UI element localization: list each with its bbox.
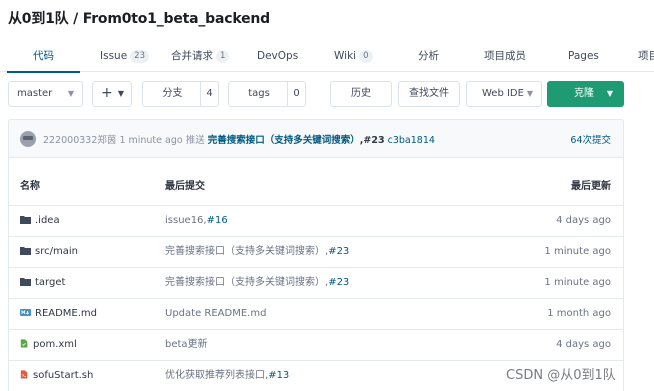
file-name-link[interactable]: pom.xml <box>20 330 77 360</box>
chevron-down-icon: ▼ <box>67 89 74 98</box>
row-commit-message[interactable]: 完善搜索接口（支持多关键词搜索）,#23 <box>165 237 349 267</box>
tab-issue[interactable]: Issue 23 <box>100 40 149 72</box>
file-name-link[interactable]: sofuStart.sh <box>20 361 93 391</box>
row-commit-message[interactable]: Update README.md <box>165 299 266 329</box>
branches-button[interactable]: 分支 4 <box>142 81 219 107</box>
csdn-watermark: CSDN @从0到1队 <box>506 368 616 383</box>
wiki-count-badge: 0 <box>359 50 373 63</box>
table-row[interactable]: pom.xml beta更新 4 days ago <box>9 330 623 361</box>
folder-icon <box>20 278 31 286</box>
tab-wiki[interactable]: Wiki 0 <box>334 40 373 72</box>
history-button[interactable]: 历史 <box>330 81 392 107</box>
chevron-down-icon: ▼ <box>117 89 124 98</box>
web-ide-button[interactable]: Web IDE ▼ <box>466 81 542 107</box>
table-row[interactable]: .idea issue16,#16 4 days ago <box>9 206 623 237</box>
row-updated-time: 4 days ago <box>556 339 611 350</box>
add-button[interactable]: + ▼ <box>92 81 132 107</box>
folder-icon <box>20 216 31 224</box>
row-commit-message[interactable]: 完善搜索接口（支持多关键词搜索）,#23 <box>165 268 349 298</box>
repo-title[interactable]: 从0到1队 / From0to1_beta_backend <box>8 8 270 28</box>
tab-devops[interactable]: DevOps <box>257 40 298 72</box>
latest-commit-bar: 222000332郑茵 1 minute ago 推送 完善搜索接口（支持多关键… <box>8 119 624 157</box>
commit-message-link[interactable]: 完善搜索接口（支持多关键词搜索） <box>208 135 360 146</box>
tab-merge-requests[interactable]: 合并请求 1 <box>171 40 230 72</box>
merge-count-badge: 1 <box>216 50 230 63</box>
col-header-name: 名称 <box>20 181 40 192</box>
chevron-down-icon: ▼ <box>606 89 613 98</box>
file-table: 名称 最后提交 最后更新 .idea issue16,#16 4 days ag… <box>8 157 624 391</box>
plus-icon: + <box>101 85 113 101</box>
table-row[interactable]: target 完善搜索接口（支持多关键词搜索）,#23 1 minute ago <box>9 268 623 299</box>
folder-icon <box>20 247 31 255</box>
find-file-button[interactable]: 查找文件 <box>398 81 460 107</box>
commit-count-link[interactable]: 64次提交 <box>570 132 611 146</box>
row-commit-message[interactable]: issue16,#16 <box>165 206 228 236</box>
row-updated-time: 1 month ago <box>547 308 611 319</box>
tab-members[interactable]: 项目成员 <box>484 40 526 72</box>
commit-action: 推送 <box>185 135 205 146</box>
commit-sha-link[interactable]: c3ba1814 <box>388 135 435 146</box>
file-name-link[interactable]: target <box>20 268 65 298</box>
branches-count: 4 <box>200 82 218 106</box>
xml-file-icon <box>20 339 28 348</box>
repo-nav-tabs: 代码 Issue 23 合并请求 1 DevOps Wiki 0 分析 项目成员 Pa… <box>0 40 654 73</box>
branch-select[interactable]: master ▼ <box>8 81 83 107</box>
col-header-last-commit: 最后提交 <box>165 181 205 192</box>
commit-issue-ref[interactable]: ,#23 <box>360 135 385 146</box>
row-updated-time: 4 days ago <box>556 215 611 226</box>
avatar[interactable] <box>20 131 36 147</box>
latest-commit-info: 222000332郑茵 1 minute ago 推送 完善搜索接口（支持多关键… <box>43 132 435 146</box>
row-updated-time: 1 minute ago <box>544 246 611 257</box>
file-name-link[interactable]: src/main <box>20 237 78 267</box>
tab-project[interactable]: 项目 <box>638 40 654 72</box>
commit-author[interactable]: 222000332郑茵 <box>43 135 116 146</box>
tab-analysis[interactable]: 分析 <box>418 40 439 72</box>
markdown-icon <box>20 309 31 316</box>
table-row[interactable]: src/main 完善搜索接口（支持多关键词搜索）,#23 1 minute a… <box>9 237 623 268</box>
table-header: 名称 最后提交 最后更新 <box>9 158 623 206</box>
commit-time: 1 minute ago <box>119 135 183 146</box>
chevron-down-icon: ▼ <box>526 89 533 98</box>
shell-file-icon <box>20 370 28 379</box>
row-commit-message[interactable]: 优化获取推荐列表接口,#13 <box>165 361 289 391</box>
row-updated-time: 1 minute ago <box>544 277 611 288</box>
file-name-link[interactable]: .idea <box>20 206 60 236</box>
file-name-link[interactable]: README.md <box>20 299 97 329</box>
tags-count: 0 <box>287 82 305 106</box>
clone-button[interactable]: 克隆 ▼ <box>547 81 624 107</box>
repo-toolbar: master ▼ + ▼ 分支 4 tags 0 历史 查找文件 Web IDE ▼ 克隆… <box>0 81 654 107</box>
tags-button[interactable]: tags 0 <box>228 81 306 107</box>
tab-code[interactable]: 代码 <box>7 40 80 73</box>
table-row[interactable]: README.md Update README.md 1 month ago <box>9 299 623 330</box>
row-commit-message[interactable]: beta更新 <box>165 330 208 360</box>
tab-pages[interactable]: Pages <box>568 40 599 72</box>
issue-count-badge: 23 <box>130 50 149 63</box>
col-header-last-update: 最后更新 <box>571 181 611 192</box>
